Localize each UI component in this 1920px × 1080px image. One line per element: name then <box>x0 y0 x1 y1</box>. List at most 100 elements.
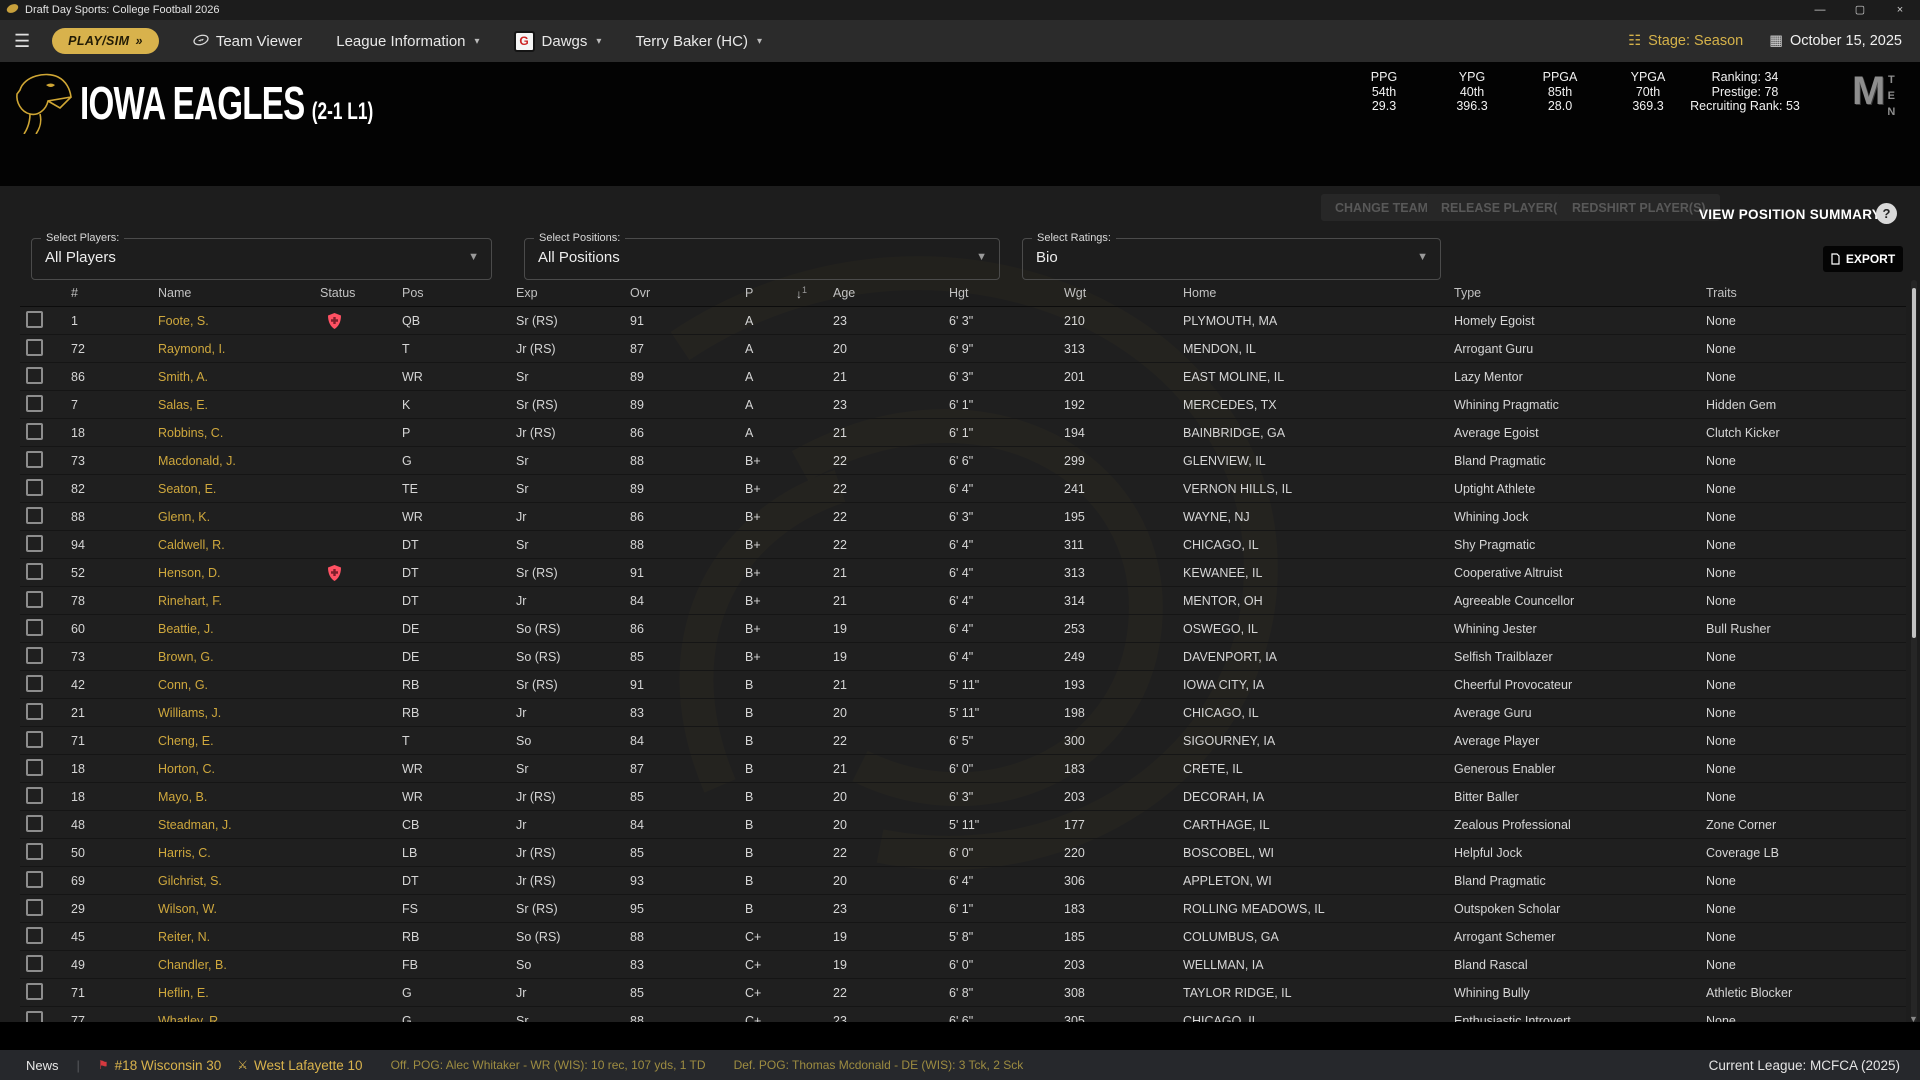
row-checkbox[interactable] <box>26 367 43 384</box>
table-row[interactable]: 73 Brown, G. DE So (RS) 85 B+ 19 6' 4" 2… <box>20 643 1906 671</box>
nav-team-menu[interactable]: G Dawgs ▾ <box>514 31 602 52</box>
table-row[interactable]: 45 Reiter, N. RB So (RS) 88 C+ 19 5' 8" … <box>20 923 1906 951</box>
row-checkbox[interactable] <box>26 955 43 972</box>
table-row[interactable]: 78 Rinehart, F. DT Jr 84 B+ 21 6' 4" 314… <box>20 587 1906 615</box>
play-sim-button[interactable]: PLAY/SIM » <box>52 28 159 54</box>
column-header-home[interactable]: Home <box>1163 286 1434 300</box>
select-ratings-dropdown[interactable]: Select Ratings: Bio ▼ <box>1022 238 1441 280</box>
row-checkbox[interactable] <box>26 563 43 580</box>
cell-player-name[interactable]: Gilchrist, S. <box>138 874 300 888</box>
table-scrollbar[interactable]: ▼ <box>1911 280 1917 1022</box>
table-row[interactable]: 18 Robbins, C. P Jr (RS) 86 A 21 6' 1" 1… <box>20 419 1906 447</box>
cell-player-name[interactable]: Brown, G. <box>138 650 300 664</box>
select-positions-dropdown[interactable]: Select Positions: All Positions ▼ <box>524 238 1000 280</box>
cell-player-name[interactable]: Caldwell, R. <box>138 538 300 552</box>
nav-team-viewer[interactable]: Team Viewer <box>193 33 302 50</box>
row-checkbox[interactable] <box>26 759 43 776</box>
column-header-wgt[interactable]: Wgt <box>1044 286 1163 300</box>
cell-player-name[interactable]: Smith, A. <box>138 370 300 384</box>
cell-player-name[interactable]: Raymond, I. <box>138 342 300 356</box>
column-header-ovr[interactable]: Ovr <box>610 286 725 300</box>
column-header-type[interactable]: Type <box>1434 286 1686 300</box>
cell-player-name[interactable]: Wilson, W. <box>138 902 300 916</box>
cell-player-name[interactable]: Seaton, E. <box>138 482 300 496</box>
table-row[interactable]: 21 Williams, J. RB Jr 83 B 20 5' 11" 198… <box>20 699 1906 727</box>
row-checkbox[interactable] <box>26 871 43 888</box>
row-checkbox[interactable] <box>26 927 43 944</box>
cell-player-name[interactable]: Heflin, E. <box>138 986 300 1000</box>
column-header-traits[interactable]: Traits <box>1686 286 1906 300</box>
column-header-status[interactable]: Status <box>300 286 382 300</box>
column-header-exp[interactable]: Exp <box>496 286 610 300</box>
row-checkbox[interactable] <box>26 983 43 1000</box>
row-checkbox[interactable] <box>26 843 43 860</box>
row-checkbox[interactable] <box>26 535 43 552</box>
close-button[interactable]: × <box>1880 0 1920 20</box>
cell-player-name[interactable]: Chandler, B. <box>138 958 300 972</box>
table-row[interactable]: 50 Harris, C. LB Jr (RS) 85 B 22 6' 0" 2… <box>20 839 1906 867</box>
redshirt-players-button[interactable]: REDSHIRT PLAYER(S) <box>1558 194 1720 221</box>
column-header-age[interactable]: Age <box>813 286 929 300</box>
news-label[interactable]: News <box>26 1058 59 1073</box>
table-row[interactable]: 94 Caldwell, R. DT Sr 88 B+ 22 6' 4" 311… <box>20 531 1906 559</box>
cell-player-name[interactable]: Reiter, N. <box>138 930 300 944</box>
row-checkbox[interactable] <box>26 423 43 440</box>
change-team-button[interactable]: CHANGE TEAM <box>1321 194 1442 221</box>
row-checkbox[interactable] <box>26 899 43 916</box>
row-checkbox[interactable] <box>26 1011 43 1023</box>
view-position-summary-button[interactable]: VIEW POSITION SUMMARY <box>1699 207 1881 222</box>
table-row[interactable]: 69 Gilchrist, S. DT Jr (RS) 93 B 20 6' 4… <box>20 867 1906 895</box>
row-checkbox[interactable] <box>26 451 43 468</box>
cell-player-name[interactable]: Conn, G. <box>138 678 300 692</box>
cell-player-name[interactable]: Cheng, E. <box>138 734 300 748</box>
export-button[interactable]: EXPORT <box>1823 246 1903 272</box>
cell-player-name[interactable]: Glenn, K. <box>138 510 300 524</box>
row-checkbox[interactable] <box>26 395 43 412</box>
table-row[interactable]: 29 Wilson, W. FS Sr (RS) 95 B 23 6' 1" 1… <box>20 895 1906 923</box>
table-row[interactable]: 49 Chandler, B. FB So 83 C+ 19 6' 0" 203… <box>20 951 1906 979</box>
scrollbar-thumb[interactable] <box>1912 288 1916 638</box>
cell-player-name[interactable]: Henson, D. <box>138 566 300 580</box>
table-row[interactable]: 18 Horton, C. WR Sr 87 B 21 6' 0" 183 CR… <box>20 755 1906 783</box>
row-checkbox[interactable] <box>26 311 43 328</box>
table-row[interactable]: 60 Beattie, J. DE So (RS) 86 B+ 19 6' 4"… <box>20 615 1906 643</box>
cell-player-name[interactable]: Robbins, C. <box>138 426 300 440</box>
column-header-hgt[interactable]: Hgt <box>929 286 1044 300</box>
row-checkbox[interactable] <box>26 675 43 692</box>
cell-player-name[interactable]: Beattie, J. <box>138 622 300 636</box>
cell-player-name[interactable]: Horton, C. <box>138 762 300 776</box>
cell-player-name[interactable]: Whatley, R. <box>138 1014 300 1023</box>
column-header-num[interactable]: # <box>51 286 138 300</box>
cell-player-name[interactable]: Williams, J. <box>138 706 300 720</box>
table-row[interactable]: 52 Henson, D. DT Sr (RS) 91 B+ 21 6' 4" … <box>20 559 1906 587</box>
row-checkbox[interactable] <box>26 339 43 356</box>
row-checkbox[interactable] <box>26 647 43 664</box>
cell-player-name[interactable]: Steadman, J. <box>138 818 300 832</box>
table-row[interactable]: 71 Heflin, E. G Jr 85 C+ 22 6' 8" 308 TA… <box>20 979 1906 1007</box>
table-row[interactable]: 82 Seaton, E. TE Sr 89 B+ 22 6' 4" 241 V… <box>20 475 1906 503</box>
nav-coach-menu[interactable]: Terry Baker (HC) ▾ <box>635 33 762 50</box>
cell-player-name[interactable]: Foote, S. <box>138 314 300 328</box>
cell-player-name[interactable]: Salas, E. <box>138 398 300 412</box>
table-row[interactable]: 48 Steadman, J. CB Jr 84 B 20 5' 11" 177… <box>20 811 1906 839</box>
table-row[interactable]: 1 Foote, S. QB Sr (RS) 91 A 23 6' 3" 210… <box>20 307 1906 335</box>
row-checkbox[interactable] <box>26 507 43 524</box>
table-row[interactable]: 7 Salas, E. K Sr (RS) 89 A 23 6' 1" 192 … <box>20 391 1906 419</box>
row-checkbox[interactable] <box>26 815 43 832</box>
table-row[interactable]: 42 Conn, G. RB Sr (RS) 91 B 21 5' 11" 19… <box>20 671 1906 699</box>
row-checkbox[interactable] <box>26 787 43 804</box>
cell-player-name[interactable]: Mayo, B. <box>138 790 300 804</box>
cell-player-name[interactable]: Rinehart, F. <box>138 594 300 608</box>
score-loser[interactable]: West Lafayette 10 <box>254 1058 363 1073</box>
column-header-pos[interactable]: Pos <box>382 286 496 300</box>
cell-player-name[interactable]: Harris, C. <box>138 846 300 860</box>
row-checkbox[interactable] <box>26 591 43 608</box>
table-row[interactable]: 86 Smith, A. WR Sr 89 A 21 6' 3" 201 EAS… <box>20 363 1906 391</box>
cell-player-name[interactable]: Macdonald, J. <box>138 454 300 468</box>
help-icon[interactable]: ? <box>1876 203 1897 224</box>
row-checkbox[interactable] <box>26 703 43 720</box>
scrollbar-down-arrow[interactable]: ▼ <box>1909 1014 1918 1024</box>
table-row[interactable]: 71 Cheng, E. T So 84 B 22 6' 5" 300 SIGO… <box>20 727 1906 755</box>
hamburger-menu-icon[interactable]: ☰ <box>14 31 30 52</box>
column-header-name[interactable]: Name <box>138 286 300 300</box>
